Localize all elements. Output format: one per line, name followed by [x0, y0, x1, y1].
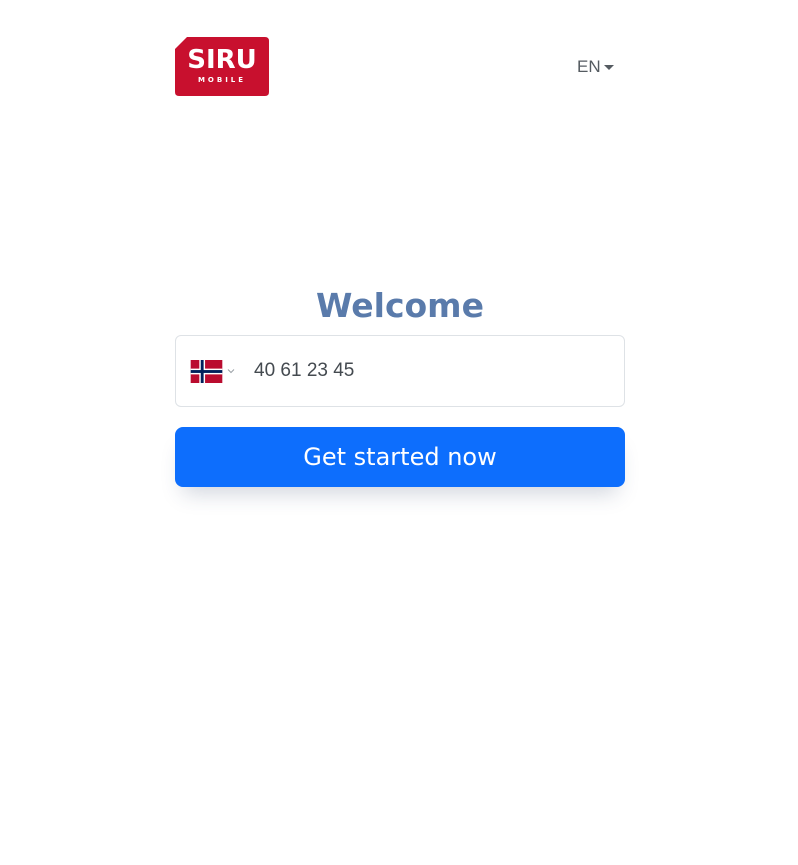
- chevron-down-icon: [227, 369, 235, 374]
- norway-flag-icon: [190, 359, 223, 383]
- logo-subtitle: MOBILE: [197, 76, 247, 84]
- siru-mobile-logo: SIRU MOBILE: [175, 37, 269, 96]
- country-code-dropdown[interactable]: [190, 359, 235, 383]
- language-selector[interactable]: EN: [577, 56, 614, 78]
- logo-title: SIRU: [187, 45, 257, 75]
- caret-down-icon: [603, 65, 614, 70]
- phone-input[interactable]: [254, 351, 594, 391]
- get-started-button[interactable]: Get started now: [175, 427, 625, 487]
- page-title: Welcome: [316, 286, 484, 325]
- phone-number-field: [175, 335, 625, 407]
- page: SIRU MOBILE EN Welcome Get started now: [0, 0, 798, 865]
- language-label: EN: [577, 57, 601, 76]
